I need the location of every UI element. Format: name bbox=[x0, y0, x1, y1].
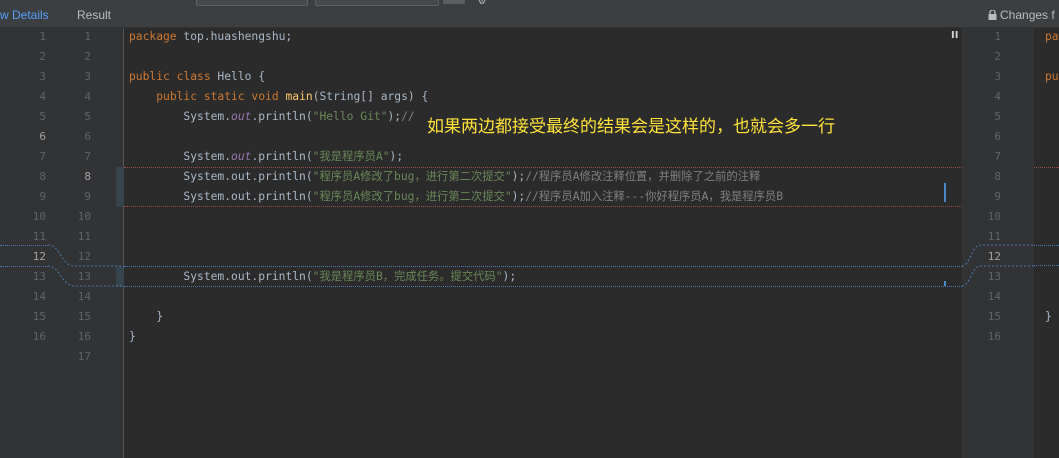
line-number: 6 bbox=[39, 130, 46, 143]
line-number: 6 bbox=[994, 130, 1001, 143]
line-number: 11 bbox=[77, 230, 91, 243]
line-number: 3 bbox=[39, 70, 46, 83]
line-number: 14 bbox=[987, 290, 1001, 303]
line-number: 11 bbox=[32, 230, 46, 243]
line-number: 14 bbox=[77, 290, 91, 303]
code-line-8: System.out.println("程序员A修改了bug，进行第二次提交")… bbox=[183, 170, 761, 183]
code-line-9: System.out.println("程序员A修改了bug，进行第二次提交")… bbox=[183, 190, 783, 203]
line-number: 1 bbox=[994, 30, 1001, 43]
line-number: 16 bbox=[987, 330, 1001, 343]
line-number: 7 bbox=[994, 150, 1001, 163]
line-number: 15 bbox=[987, 310, 1001, 323]
line-number: 4 bbox=[84, 90, 91, 103]
line-number: 15 bbox=[32, 310, 46, 323]
line-number: 2 bbox=[39, 50, 46, 63]
diff-connector bbox=[47, 244, 124, 287]
line-number: 1 bbox=[39, 30, 46, 43]
line-number: 14 bbox=[32, 290, 46, 303]
diff-toolbar: ⚙ w Details Result Changes f bbox=[0, 0, 1059, 28]
line-number: 12 bbox=[32, 250, 46, 263]
tab-result[interactable]: Result bbox=[77, 8, 111, 22]
code-line-7: System.out.println("我是程序员A"); bbox=[183, 150, 404, 163]
settings-icon[interactable]: ⚙ bbox=[478, 0, 486, 7]
conflict-separator bbox=[1034, 167, 1059, 168]
line-number: 9 bbox=[84, 190, 91, 203]
annotation-text: 如果两边都接受最终的结果会是这样的，也就会多一行 bbox=[427, 117, 835, 137]
line-number: 17 bbox=[77, 350, 91, 363]
right-editor[interactable] bbox=[1034, 28, 1059, 458]
line-number: 4 bbox=[994, 90, 1001, 103]
changes-header: Changes f bbox=[988, 8, 1055, 22]
line-number: 10 bbox=[77, 210, 91, 223]
toolbar-button[interactable] bbox=[443, 0, 465, 4]
caret bbox=[944, 281, 946, 286]
code-line-15: } bbox=[156, 310, 164, 323]
code-line-13: System.out.println("我是程序员B，完成任务。提交代码"); bbox=[183, 270, 517, 283]
change-separator bbox=[1034, 245, 1059, 246]
line-number: 10 bbox=[32, 210, 46, 223]
change-marker bbox=[116, 167, 124, 207]
line-number: 8 bbox=[994, 170, 1001, 183]
line-number: 12 bbox=[987, 250, 1001, 263]
line-number: 10 bbox=[987, 210, 1001, 223]
line-number: 13 bbox=[77, 270, 91, 283]
change-separator bbox=[1034, 265, 1059, 266]
line-number: 13 bbox=[32, 270, 46, 283]
line-number: 6 bbox=[84, 130, 91, 143]
code-line-5: System.out.println("Hello Git");// bbox=[183, 110, 415, 123]
line-number: 11 bbox=[987, 230, 1001, 243]
line-number: 3 bbox=[994, 70, 1001, 83]
line-number: 9 bbox=[994, 190, 1001, 203]
right-code-line-1: pa bbox=[1045, 30, 1059, 43]
line-number: 15 bbox=[77, 310, 91, 323]
right-code-line-15: } bbox=[1045, 310, 1052, 323]
code-line-16: } bbox=[129, 330, 136, 343]
line-number: 12 bbox=[77, 250, 91, 263]
line-number: 4 bbox=[39, 90, 46, 103]
line-number: 8 bbox=[84, 170, 91, 183]
code-line-4: public static void main(String[] args) { bbox=[156, 90, 429, 103]
code-line-3: public class Hello { bbox=[129, 70, 266, 83]
line-number: 5 bbox=[84, 110, 91, 123]
line-number: 13 bbox=[987, 270, 1001, 283]
tab-view-details[interactable]: w Details bbox=[0, 8, 49, 22]
right-code-line-3: pu bbox=[1045, 70, 1059, 83]
caret bbox=[944, 183, 946, 202]
line-number: 5 bbox=[39, 110, 46, 123]
line-number: 8 bbox=[39, 170, 46, 183]
line-number: 2 bbox=[84, 50, 91, 63]
line-number: 5 bbox=[994, 110, 1001, 123]
line-number: 16 bbox=[77, 330, 91, 343]
line-number: 16 bbox=[32, 330, 46, 343]
line-number: 1 bbox=[84, 30, 91, 43]
lock-icon bbox=[988, 10, 997, 20]
code-line-1: package top.huashengshu; bbox=[129, 30, 293, 43]
pause-icon[interactable]: II bbox=[951, 30, 958, 41]
left-version-select[interactable] bbox=[196, 0, 308, 6]
line-number: 9 bbox=[39, 190, 46, 203]
line-number: 7 bbox=[84, 150, 91, 163]
line-number: 7 bbox=[39, 150, 46, 163]
changes-label: Changes f bbox=[1000, 8, 1055, 22]
right-version-select[interactable] bbox=[315, 0, 439, 6]
line-number: 2 bbox=[994, 50, 1001, 63]
line-number: 3 bbox=[84, 70, 91, 83]
